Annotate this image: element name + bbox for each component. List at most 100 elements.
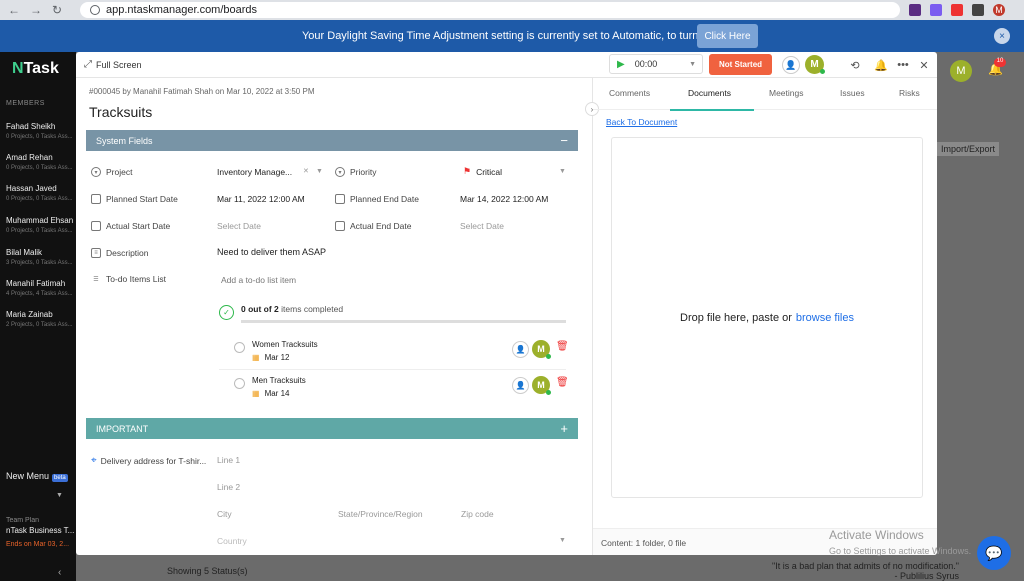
collapse-icon[interactable]: − bbox=[560, 133, 568, 148]
location-pin-icon: ⌖ bbox=[91, 455, 97, 466]
calendar-icon bbox=[335, 221, 345, 231]
todo-checkbox[interactable] bbox=[234, 378, 245, 389]
back-to-document-link[interactable]: Back To Document bbox=[606, 117, 677, 127]
city-input[interactable]: City bbox=[217, 509, 232, 519]
description-field[interactable]: Need to deliver them ASAP bbox=[217, 247, 326, 257]
pane-divider bbox=[592, 78, 593, 555]
fullscreen-button[interactable]: ⤢ Full Screen bbox=[84, 59, 142, 70]
state-input[interactable]: State/Province/Region bbox=[338, 509, 423, 519]
assign-user-icon[interactable]: 👤 bbox=[512, 377, 529, 394]
trash-icon[interactable]: 🗑 bbox=[556, 377, 569, 388]
priority-label: ▾ Priority bbox=[335, 167, 376, 177]
country-select[interactable]: Country bbox=[217, 536, 247, 546]
calendar-icon: ▦ bbox=[252, 389, 260, 398]
chat-icon[interactable]: 💬 bbox=[977, 536, 1011, 570]
assignee-avatar[interactable]: M bbox=[805, 55, 825, 74]
tab-risks[interactable]: Risks bbox=[899, 88, 920, 98]
add-icon[interactable]: + bbox=[560, 421, 568, 436]
extension-icon[interactable] bbox=[930, 4, 942, 16]
chevron-down-icon[interactable]: ▼ bbox=[56, 492, 63, 499]
system-fields-bar[interactable]: System Fields − bbox=[86, 130, 578, 151]
sidebar-member[interactable]: Fahad Sheikh 0 Projects, 0 Tasks Ass... bbox=[6, 122, 76, 140]
planned-start-label: Planned Start Date bbox=[91, 194, 178, 204]
assign-user-icon[interactable]: 👤 bbox=[782, 56, 800, 74]
todo-checkbox[interactable] bbox=[234, 342, 245, 353]
browse-files-link[interactable]: browse files bbox=[796, 312, 854, 324]
tab-issues[interactable]: Issues bbox=[840, 88, 865, 98]
sidebar-member[interactable]: Amad Rehan 0 Projects, 0 Tasks Ass... bbox=[6, 153, 76, 171]
address-bar[interactable]: app.ntaskmanager.com/boards bbox=[80, 2, 900, 18]
chevron-left-icon[interactable]: ‹ bbox=[58, 567, 61, 578]
status-button[interactable]: Not Started bbox=[709, 54, 772, 75]
ntask-logo[interactable]: NTask bbox=[12, 60, 59, 78]
actual-end-field[interactable]: Select Date bbox=[460, 221, 504, 231]
reload-icon[interactable]: ↻ bbox=[52, 3, 66, 17]
todo-assignee-avatar[interactable]: M bbox=[532, 340, 551, 359]
sidebar-member[interactable]: Maria Zainab 2 Projects, 0 Tasks Ass... bbox=[6, 310, 76, 328]
bell-icon[interactable]: 🔔 bbox=[872, 56, 890, 74]
actual-end-label: Actual End Date bbox=[335, 221, 411, 231]
todo-item[interactable]: Men Tracksuits ▦ Mar 14 👤 M 🗑 bbox=[219, 372, 569, 406]
planned-end-label: Planned End Date bbox=[335, 194, 419, 204]
sidebar-member[interactable]: Hassan Javed 0 Projects, 0 Tasks Ass... bbox=[6, 184, 76, 202]
todo-assignee-avatar[interactable]: M bbox=[532, 376, 551, 395]
profile-avatar[interactable]: M bbox=[993, 4, 1005, 16]
background-avatar: M bbox=[950, 60, 972, 82]
activity-tabs: Comments Documents Meetings Issues Risks bbox=[593, 78, 937, 110]
actual-start-field[interactable]: Select Date bbox=[217, 221, 261, 231]
todo-input[interactable]: Add a to-do list item bbox=[221, 275, 296, 285]
todo-label: ☰ To-do Items List bbox=[91, 274, 166, 284]
import-export-button: Import/Export bbox=[937, 142, 1000, 156]
play-icon[interactable]: ▶ bbox=[617, 59, 625, 70]
chevron-down-icon[interactable]: ▼ bbox=[689, 61, 696, 68]
chevron-down-icon[interactable]: ▼ bbox=[316, 168, 323, 175]
flag-icon: ⚑ bbox=[463, 166, 472, 176]
planned-start-field[interactable]: Mar 11, 2022 12:00 AM bbox=[217, 194, 305, 204]
todo-date[interactable]: ▦ Mar 14 bbox=[252, 389, 289, 398]
extension-icon[interactable] bbox=[909, 4, 921, 16]
more-icon[interactable]: ••• bbox=[894, 56, 912, 74]
priority-icon: ▾ bbox=[335, 167, 345, 177]
sidebar-member[interactable]: Muhammad Ehsan 0 Projects, 0 Tasks Ass... bbox=[6, 216, 76, 234]
lock-icon bbox=[90, 5, 100, 15]
pen-extension-icon[interactable] bbox=[951, 4, 963, 16]
todo-date[interactable]: ▦ Mar 12 bbox=[252, 353, 289, 362]
close-icon[interactable]: × bbox=[994, 28, 1010, 44]
team-plan: Team Plan nTask Business T... Ends on Ma… bbox=[6, 517, 75, 548]
forward-arrow-icon[interactable]: → bbox=[30, 3, 44, 17]
timer-control[interactable]: ▶ 00:00 ▼ bbox=[609, 54, 703, 74]
file-dropzone[interactable]: Drop file here, paste or browse files bbox=[611, 137, 923, 498]
address-label: ⌖ Delivery address for T-shir... bbox=[91, 455, 207, 466]
todo-name[interactable]: Women Tracksuits bbox=[252, 340, 318, 349]
important-bar[interactable]: IMPORTANT + bbox=[86, 418, 578, 439]
trash-icon[interactable]: 🗑 bbox=[556, 341, 569, 352]
address-line2-input[interactable]: Line 2 bbox=[217, 482, 240, 492]
chevron-down-icon[interactable]: ▼ bbox=[559, 537, 566, 544]
chevron-down-icon[interactable]: ▼ bbox=[559, 168, 566, 175]
todo-name[interactable]: Men Tracksuits bbox=[252, 376, 306, 385]
address-line1-input[interactable]: Line 1 bbox=[217, 455, 240, 465]
planned-end-field[interactable]: Mar 14, 2022 12:00 AM bbox=[460, 194, 548, 204]
close-icon[interactable]: ✕ bbox=[915, 56, 933, 74]
clear-icon[interactable]: ✕ bbox=[303, 167, 309, 175]
calendar-icon: ▦ bbox=[252, 353, 260, 362]
click-here-button[interactable]: Click Here bbox=[697, 24, 758, 48]
tab-documents[interactable]: Documents bbox=[688, 88, 731, 98]
notification-badge: 10 bbox=[994, 58, 1006, 67]
zip-input[interactable]: Zip code bbox=[461, 509, 494, 519]
todo-item[interactable]: Women Tracksuits ▦ Mar 12 👤 M 🗑 bbox=[219, 336, 569, 370]
priority-select[interactable]: ⚑ Critical bbox=[463, 166, 502, 177]
puzzle-icon[interactable] bbox=[972, 4, 984, 16]
tab-comments[interactable]: Comments bbox=[609, 88, 650, 98]
back-arrow-icon[interactable]: ← bbox=[8, 3, 22, 17]
assign-user-icon[interactable]: 👤 bbox=[512, 341, 529, 358]
description-icon: ≡ bbox=[91, 248, 101, 258]
tab-meetings[interactable]: Meetings bbox=[769, 88, 804, 98]
sidebar-member[interactable]: Manahil Fatimah 4 Projects, 4 Tasks Ass..… bbox=[6, 279, 76, 297]
sidebar-member[interactable]: Bilal Malik 3 Projects, 0 Tasks Ass... bbox=[6, 248, 76, 266]
task-title[interactable]: Tracksuits bbox=[89, 104, 152, 120]
repeat-icon[interactable]: ⟲ bbox=[846, 56, 864, 74]
project-select[interactable]: Inventory Manage... bbox=[217, 167, 292, 177]
new-menu-link[interactable]: New Menu beta bbox=[6, 471, 68, 482]
banner-message: Your Daylight Saving Time Adjustment set… bbox=[301, 30, 723, 42]
